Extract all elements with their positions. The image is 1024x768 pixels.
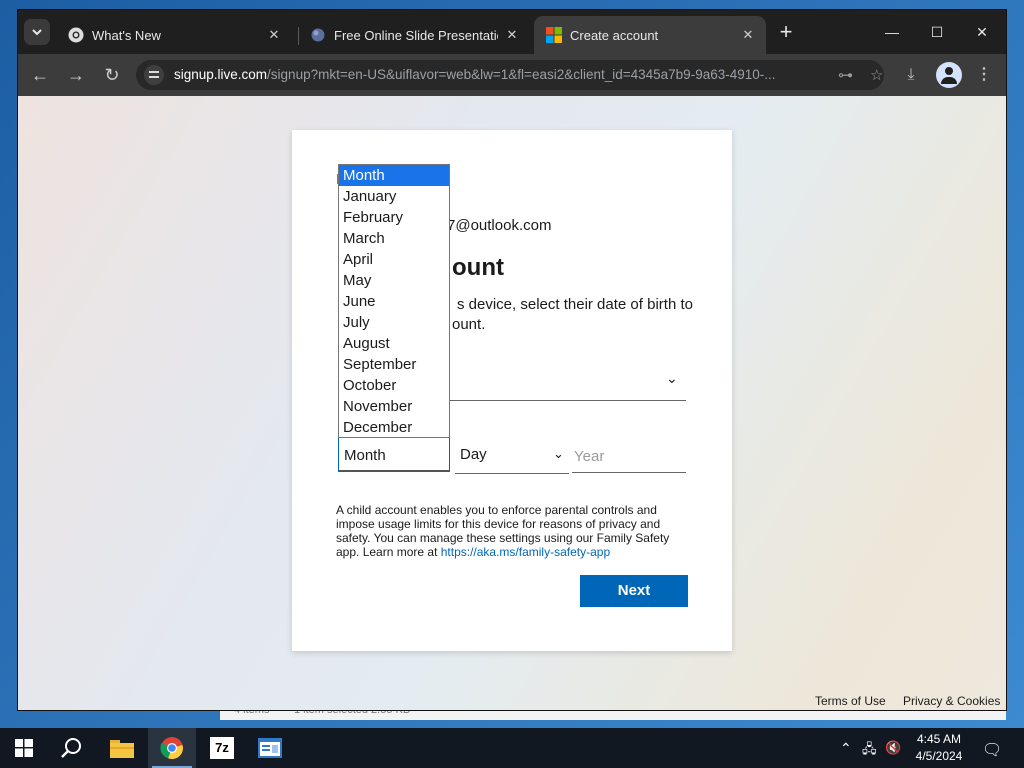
taskbar-notepad[interactable]	[246, 728, 294, 768]
microsoft-icon	[546, 27, 562, 43]
tab-search-button[interactable]	[24, 19, 50, 45]
family-safety-link[interactable]: https://aka.ms/family-safety-app	[441, 545, 610, 559]
month-option[interactable]: March	[339, 228, 449, 249]
menu-kebab-icon[interactable]: ⋮	[972, 63, 996, 87]
month-option[interactable]: Month	[339, 165, 449, 186]
start-button[interactable]	[0, 728, 48, 768]
account-email: 7@outlook.com	[447, 217, 552, 234]
month-option[interactable]: July	[339, 312, 449, 333]
tab-close-icon[interactable]: ✕	[502, 25, 522, 45]
url-path: /signup?mkt=en-US&uiflavor=web&lw=1&fl=e…	[267, 67, 776, 82]
terms-of-use-link[interactable]: Terms of Use	[815, 694, 886, 708]
reload-icon[interactable]: ↻	[100, 63, 124, 87]
close-window-button[interactable]: ✕	[960, 18, 1004, 46]
next-button[interactable]: Next	[580, 575, 688, 607]
birth-day-select[interactable]: Day ⌄	[455, 437, 569, 474]
country-select[interactable]	[442, 400, 686, 401]
site-info-icon[interactable]	[144, 65, 164, 85]
month-option[interactable]: February	[339, 207, 449, 228]
browser-toolbar: ← → ↻ signup.live.com/signup?mkt=en-US&u…	[18, 54, 1006, 96]
maximize-button[interactable]: ☐	[915, 18, 959, 46]
month-option[interactable]: August	[339, 333, 449, 354]
month-option[interactable]: October	[339, 375, 449, 396]
taskbar: 7z ⌃ 🖧 🔇 4:45 AM 4/5/2024 🗨	[0, 728, 1024, 768]
new-tab-button[interactable]: +	[774, 21, 798, 45]
page-title: ount	[452, 254, 504, 281]
minimize-button[interactable]: —	[870, 18, 914, 46]
password-key-icon[interactable]: ⊶	[838, 66, 853, 84]
chrome-icon	[68, 27, 84, 43]
search-button[interactable]	[48, 728, 96, 768]
volume-muted-icon[interactable]: 🔇	[885, 740, 901, 756]
month-option[interactable]: May	[339, 270, 449, 291]
notepad-icon	[258, 738, 282, 758]
url-text[interactable]: signup.live.com/signup?mkt=en-US&uiflavo…	[174, 67, 776, 82]
address-bar[interactable]: signup.live.com/signup?mkt=en-US&uiflavo…	[136, 60, 884, 90]
month-select-value: Month	[344, 447, 386, 464]
month-option[interactable]: June	[339, 291, 449, 312]
month-option[interactable]: January	[339, 186, 449, 207]
browser-window: What's New ✕ Free Online Slide Presentat…	[18, 10, 1006, 710]
tab-label: Create account	[570, 28, 659, 43]
forward-arrow-icon[interactable]: →	[64, 63, 88, 87]
chevron-down-icon	[32, 29, 42, 36]
back-arrow-icon[interactable]: ←	[28, 63, 52, 87]
page-content: 7@outlook.com ount s device, select thei…	[18, 96, 1006, 710]
birth-month-select[interactable]: Month	[338, 437, 450, 472]
profile-avatar-icon[interactable]	[936, 62, 962, 88]
clock-time: 4:45 AM	[916, 732, 962, 746]
chrome-icon	[160, 737, 183, 760]
download-icon[interactable]: ⤓	[899, 63, 923, 87]
taskbar-file-explorer[interactable]	[98, 728, 146, 768]
tab-close-icon[interactable]: ✕	[264, 25, 284, 45]
month-option[interactable]: September	[339, 354, 449, 375]
taskbar-7zip[interactable]: 7z	[198, 728, 246, 768]
child-account-info: A child account enables you to enforce p…	[336, 503, 676, 559]
country-chevron-down-icon[interactable]: ⌄	[666, 370, 678, 387]
tab-create-account[interactable]: Create account ✕	[534, 16, 766, 54]
taskbar-chrome[interactable]	[148, 728, 196, 768]
birth-year-input[interactable]	[572, 437, 686, 473]
tab-strip: What's New ✕ Free Online Slide Presentat…	[18, 10, 1006, 54]
chevron-up-icon[interactable]: ⌃	[840, 740, 852, 757]
bookmark-star-icon[interactable]: ☆	[870, 66, 883, 84]
chevron-down-icon: ⌄	[553, 446, 564, 461]
7zip-icon: 7z	[210, 737, 234, 759]
tab-label: Free Online Slide Presentation: G	[334, 28, 498, 43]
url-domain: signup.live.com	[174, 67, 268, 82]
day-select-value: Day	[460, 446, 487, 463]
tab-label: What's New	[92, 28, 161, 43]
month-option[interactable]: April	[339, 249, 449, 270]
file-explorer-icon	[110, 740, 134, 758]
month-option[interactable]: November	[339, 396, 449, 417]
tab-whats-new[interactable]: What's New ✕	[56, 16, 292, 54]
clock-date: 4/5/2024	[915, 749, 963, 763]
month-option[interactable]: December	[339, 417, 449, 438]
network-icon[interactable]: 🖧	[862, 740, 877, 762]
search-icon	[61, 738, 81, 758]
month-dropdown-list[interactable]: Month January February March April May J…	[338, 164, 450, 438]
tab-slide-presentation[interactable]: Free Online Slide Presentation: G ✕	[298, 16, 532, 54]
windows-logo-icon	[15, 739, 33, 757]
tab-close-icon[interactable]: ✕	[738, 25, 758, 45]
clock[interactable]: 4:45 AM 4/5/2024	[908, 731, 970, 765]
description-line-2: ount.	[452, 316, 486, 333]
description-line-1: s device, select their date of birth to	[457, 296, 693, 313]
notification-icon[interactable]: 🗨	[982, 740, 1002, 760]
privacy-cookies-link[interactable]: Privacy & Cookies	[903, 694, 1000, 708]
globe-icon	[311, 28, 325, 42]
